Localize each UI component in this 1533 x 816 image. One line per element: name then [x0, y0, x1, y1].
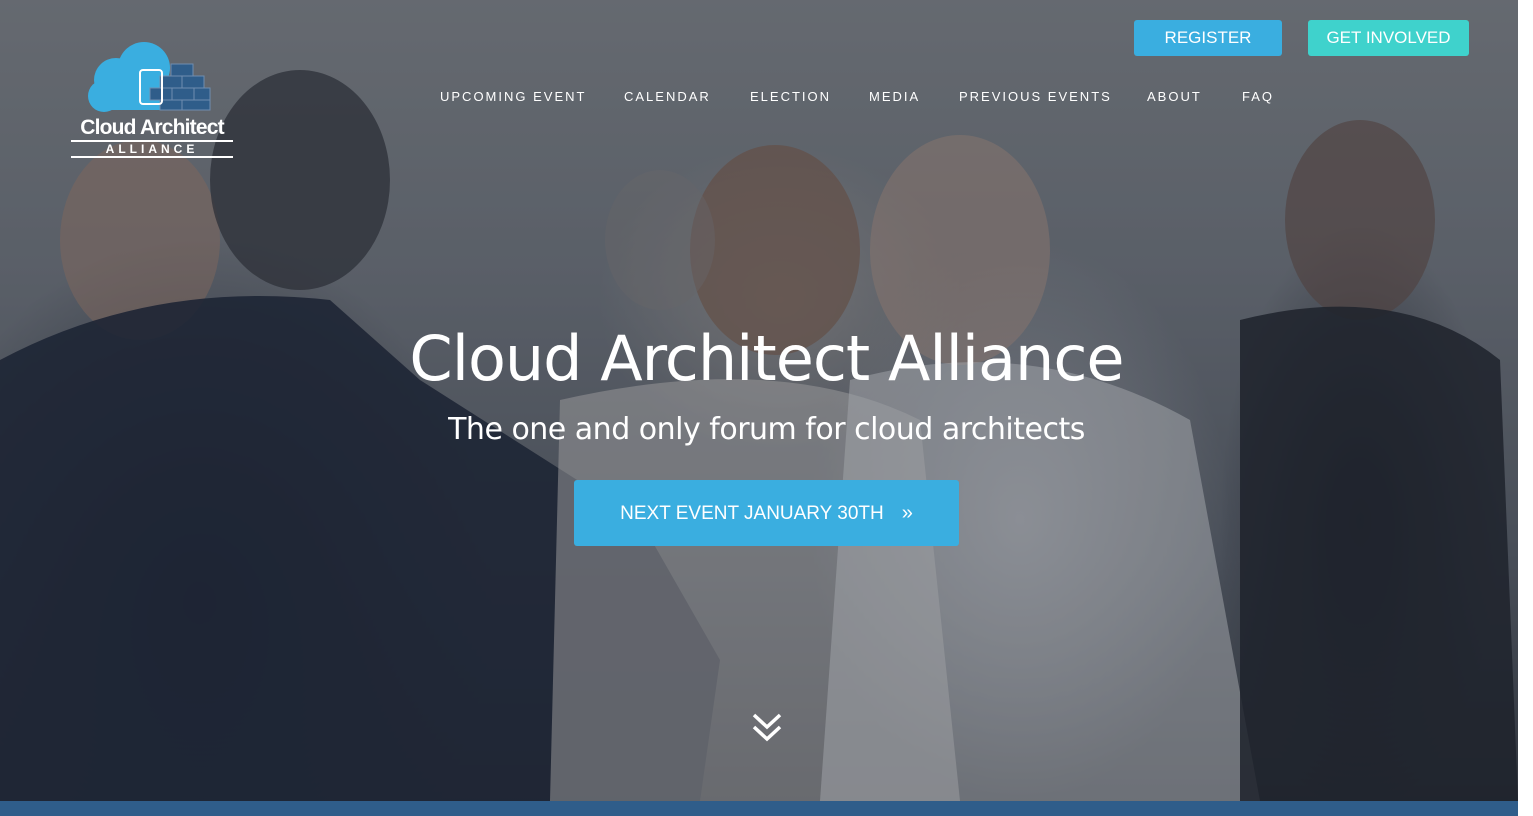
site-logo[interactable]: Cloud Architect ALLIANCE [66, 40, 236, 160]
register-button[interactable]: REGISTER [1134, 20, 1282, 56]
next-event-button-label: NEXT EVENT JANUARY 30TH [620, 503, 884, 524]
hero-title: Cloud Architect Alliance [409, 322, 1124, 395]
next-event-button[interactable]: NEXT EVENT JANUARY 30TH » [574, 480, 959, 546]
bottom-section-strip [0, 801, 1518, 816]
nav-item-previous-events[interactable]: PREVIOUS EVENTS [959, 89, 1112, 104]
hero-subtitle: The one and only forum for cloud archite… [448, 412, 1085, 447]
logo-text: Cloud Architect [80, 116, 224, 139]
logo-subtext: ALLIANCE [71, 140, 233, 158]
nav-item-upcoming-event[interactable]: UPCOMING EVENT [440, 89, 586, 104]
double-chevron-right-icon: » [901, 502, 913, 524]
nav-item-election[interactable]: ELECTION [750, 89, 831, 104]
nav-item-faq[interactable]: FAQ [1242, 89, 1274, 104]
hero-section: Cloud Architect ALLIANCE REGISTER GET IN… [0, 0, 1518, 801]
nav-item-calendar[interactable]: CALENDAR [624, 89, 711, 104]
nav-item-media[interactable]: MEDIA [869, 89, 920, 104]
page-scrollbar[interactable] [1518, 0, 1533, 816]
get-involved-button[interactable]: GET INVOLVED [1308, 20, 1469, 56]
nav-item-about[interactable]: ABOUT [1147, 89, 1202, 104]
double-chevron-down-icon[interactable] [750, 711, 784, 745]
cloud-bricks-logo-icon [88, 42, 211, 112]
